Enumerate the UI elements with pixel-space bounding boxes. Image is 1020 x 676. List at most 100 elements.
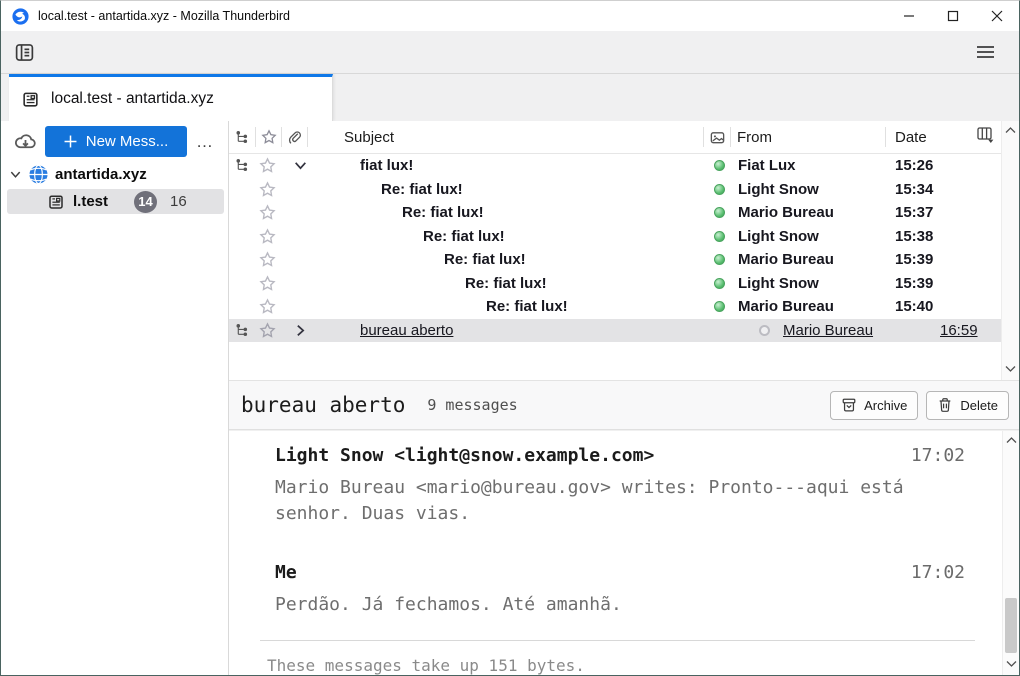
- message-snippet: Perdão. Já fechamos. Até amanhã.: [275, 592, 937, 618]
- new-message-dot: [714, 254, 725, 265]
- folder-name: l.test: [73, 193, 108, 210]
- divider: [260, 640, 975, 641]
- message-pane-scrollbar[interactable]: [1002, 431, 1019, 675]
- date-column-header[interactable]: Date: [886, 127, 1001, 147]
- thread-icon: [235, 323, 250, 338]
- subject-cell: Re: fiat lux!: [320, 251, 706, 268]
- maximize-button[interactable]: [931, 1, 975, 31]
- status-column-header[interactable]: [704, 127, 730, 147]
- thunderbird-logo-icon: [12, 8, 29, 25]
- title-bar: local.test - antartida.xyz - Mozilla Thu…: [1, 1, 1019, 31]
- newsgroup-folder-icon: [47, 193, 65, 211]
- correspondents-icon: [709, 129, 726, 146]
- message-list-header: Subject From: [229, 121, 1019, 154]
- date-cell: 15:37: [886, 204, 1001, 221]
- subject-column-header[interactable]: Subject: [308, 127, 703, 147]
- from-column-header[interactable]: From: [731, 127, 885, 147]
- attachment-column-header[interactable]: [282, 127, 307, 147]
- message-row[interactable]: fiat lux! Fiat Lux 15:26: [229, 154, 1001, 178]
- message-list: Subject From: [229, 121, 1019, 380]
- read-message-dot: [759, 325, 770, 336]
- delete-label: Delete: [960, 398, 998, 413]
- message-summary[interactable]: Me 17:02 Perdão. Já fechamos. Até amanhã…: [275, 562, 965, 618]
- star-icon[interactable]: [255, 320, 280, 340]
- star-icon[interactable]: [255, 226, 280, 246]
- message-sender: Me: [275, 562, 297, 583]
- star-icon[interactable]: [255, 273, 280, 293]
- message-row[interactable]: Re: fiat lux! Light Snow 15:34: [229, 178, 1001, 202]
- message-row[interactable]: Re: fiat lux! Light Snow 15:39: [229, 272, 1001, 296]
- column-picker-icon[interactable]: [976, 125, 995, 144]
- message-row[interactable]: Re: fiat lux! Mario Bureau 15:39: [229, 248, 1001, 272]
- account-name: antartida.xyz: [55, 166, 147, 183]
- folder-pane: New Mess... … antartida.xyz: [1, 121, 229, 675]
- scroll-up-icon[interactable]: [1002, 127, 1019, 134]
- message-row[interactable]: Re: fiat lux! Mario Bureau 15:40: [229, 295, 1001, 319]
- from-cell: Fiat Lux: [732, 157, 886, 174]
- star-icon[interactable]: [255, 156, 280, 176]
- scroll-down-icon[interactable]: [1002, 365, 1019, 372]
- star-icon: [261, 129, 277, 145]
- thread-column-header[interactable]: [229, 127, 255, 147]
- subject-cell: Re: fiat lux!: [320, 228, 706, 245]
- subject-column-label: Subject: [308, 129, 394, 146]
- plus-icon: [64, 135, 77, 148]
- date-column-label: Date: [895, 129, 927, 146]
- chevron-down-icon[interactable]: [9, 168, 22, 181]
- subject-cell: Re: fiat lux!: [320, 204, 706, 221]
- new-message-button[interactable]: New Mess...: [45, 126, 187, 157]
- archive-label: Archive: [864, 398, 907, 413]
- spaces-toolbar-toggle-icon[interactable]: [11, 39, 37, 65]
- star-icon[interactable]: [255, 250, 280, 270]
- delete-button[interactable]: Delete: [926, 391, 1009, 420]
- tab-strip: local.test - antartida.xyz: [1, 73, 1019, 121]
- new-message-dot: [714, 207, 725, 218]
- message-summary[interactable]: Light Snow <light@snow.example.com> 17:0…: [275, 445, 965, 526]
- date-cell: 15:38: [886, 228, 1001, 245]
- message-row[interactable]: Re: fiat lux! Light Snow 15:38: [229, 225, 1001, 249]
- from-column-label: From: [737, 129, 772, 146]
- new-message-label: New Mess...: [86, 133, 169, 150]
- message-time: 17:02: [911, 562, 965, 583]
- star-icon[interactable]: [255, 203, 280, 223]
- tab-local-test[interactable]: local.test - antartida.xyz: [9, 74, 333, 121]
- message-sender: Light Snow <light@snow.example.com>: [275, 445, 654, 466]
- date-cell: 16:59: [931, 322, 1001, 339]
- from-cell: Mario Bureau: [777, 322, 931, 339]
- account-row[interactable]: antartida.xyz: [1, 160, 228, 188]
- archive-icon: [841, 397, 857, 413]
- window-title: local.test - antartida.xyz - Mozilla Thu…: [38, 9, 290, 23]
- subject-cell: bureau aberto: [320, 322, 751, 339]
- close-button[interactable]: [975, 1, 1019, 31]
- star-column-header[interactable]: [256, 127, 281, 147]
- message-pane: Light Snow <light@snow.example.com> 17:0…: [229, 430, 1019, 675]
- scroll-up-icon[interactable]: [1003, 437, 1019, 444]
- minimize-button[interactable]: [887, 1, 931, 31]
- app-menu-icon[interactable]: [971, 39, 999, 65]
- message-row[interactable]: Re: fiat lux! Mario Bureau 15:37: [229, 201, 1001, 225]
- get-messages-cloud-icon[interactable]: [11, 128, 39, 156]
- collapse-thread-icon[interactable]: [280, 156, 320, 176]
- message-list-scrollbar[interactable]: [1001, 121, 1019, 380]
- globe-icon: [28, 164, 49, 185]
- folder-item-ltest[interactable]: l.test 14 16: [7, 189, 224, 214]
- scrollbar-thumb[interactable]: [1005, 598, 1017, 653]
- expand-thread-icon[interactable]: [280, 320, 320, 340]
- date-cell: 15:39: [886, 251, 1001, 268]
- star-icon[interactable]: [255, 297, 280, 317]
- from-cell: Mario Bureau: [732, 298, 886, 315]
- scroll-down-icon[interactable]: [1003, 660, 1019, 667]
- new-message-dot: [714, 184, 725, 195]
- trash-icon: [937, 397, 953, 413]
- folder-pane-options-icon[interactable]: …: [196, 132, 214, 152]
- unread-count-badge: 14: [134, 191, 157, 213]
- star-icon[interactable]: [255, 179, 280, 199]
- thread-size-note: These messages take up 151 bytes.: [267, 656, 1019, 675]
- thread-title: bureau aberto: [241, 393, 405, 417]
- message-row-selected[interactable]: bureau aberto Mario Bureau 16:59: [229, 319, 1001, 343]
- thread-icon: [235, 130, 250, 145]
- archive-button[interactable]: Archive: [830, 391, 918, 420]
- new-message-dot: [714, 231, 725, 242]
- from-cell: Light Snow: [732, 275, 886, 292]
- total-count: 16: [170, 193, 187, 210]
